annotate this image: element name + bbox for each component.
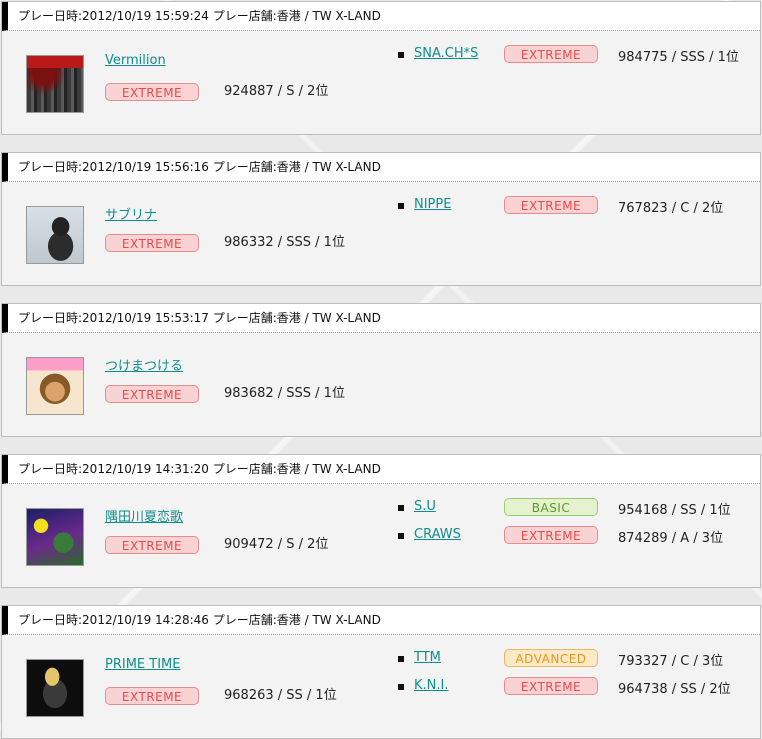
difficulty-badge: EXTREME [105,687,199,705]
rival-name-link[interactable]: SNA.CH*S [414,46,478,61]
rival-name-link[interactable]: CRAWS [414,527,461,542]
play-record: プレー日時:2012/10/19 15:53:17 プレー店舗:香港 / TW … [1,303,761,437]
rival-score: 964738 / SS / 2位 [618,682,731,697]
play-datetime-label: プレー日時: [18,160,83,174]
rival-difficulty-badge: EXTREME [504,677,598,695]
play-record: プレー日時:2012/10/19 14:28:46 プレー店舗:香港 / TW … [1,605,761,739]
bullet-icon [398,203,404,209]
record-header: プレー日時:2012/10/19 15:53:17 プレー店舗:香港 / TW … [2,304,760,333]
difficulty-badge: EXTREME [105,83,199,101]
tsukematsukeru-jacket-icon [26,357,84,415]
rival-score: 767823 / C / 2位 [618,201,724,216]
record-header: プレー日時:2012/10/19 15:59:24 プレー店舗:香港 / TW … [2,2,760,31]
rival-name-link[interactable]: NIPPE [414,197,451,212]
rival-name-link[interactable]: K.N.I. [414,678,448,693]
score-rank: 986332 / SSS / 1位 [224,235,345,250]
rival-row: TTM ADVANCED 793327 / C / 3位 [398,649,758,669]
store-label: プレー店舗: [212,613,277,627]
rival-row: S.U BASIC 954168 / SS / 1位 [398,498,758,518]
rival-difficulty-badge: EXTREME [504,196,598,214]
store-label: プレー店舗: [212,9,277,23]
play-datetime: 2012/10/19 14:31:20 [82,462,209,476]
bullet-icon [398,533,404,539]
store-name: 香港 / TW X-LAND [276,613,381,627]
rival-row: K.N.I. EXTREME 964738 / SS / 2位 [398,677,758,697]
play-record: プレー日時:2012/10/19 14:31:20 プレー店舗:香港 / TW … [1,454,761,588]
store-label: プレー店舗: [212,160,277,174]
record-header: プレー日時:2012/10/19 14:28:46 プレー店舗:香港 / TW … [2,606,760,635]
rival-difficulty-badge: EXTREME [504,45,598,63]
song-title-link[interactable]: つけまつける [105,355,183,374]
store-name: 香港 / TW X-LAND [276,462,381,476]
play-datetime: 2012/10/19 14:28:46 [82,613,209,627]
store-name: 香港 / TW X-LAND [276,160,381,174]
rival-score: 874289 / A / 3位 [618,531,724,546]
score-rank: 924887 / S / 2位 [224,84,329,99]
vermilion-jacket-icon [26,55,84,113]
song-title-link[interactable]: PRIME TIME [105,657,180,672]
rival-difficulty-badge: ADVANCED [504,649,598,667]
bullet-icon [398,505,404,511]
bullet-icon [398,684,404,690]
rival-row: NIPPE EXTREME 767823 / C / 2位 [398,196,758,216]
store-label: プレー店舗: [212,462,277,476]
play-datetime: 2012/10/19 15:53:17 [82,311,209,325]
play-datetime-label: プレー日時: [18,613,83,627]
play-datetime: 2012/10/19 15:59:24 [82,9,209,23]
store-label: プレー店舗: [212,311,277,325]
song-title-link[interactable]: Vermilion [105,53,166,68]
record-header: プレー日時:2012/10/19 15:56:16 プレー店舗:香港 / TW … [2,153,760,182]
bullet-icon [398,656,404,662]
difficulty-badge: EXTREME [105,234,199,252]
song-title-link[interactable]: 隅田川夏恋歌 [105,506,183,525]
difficulty-badge: EXTREME [105,536,199,554]
rival-name-link[interactable]: S.U [414,499,436,514]
difficulty-badge: EXTREME [105,385,199,403]
prime-time-jacket-icon [26,659,84,717]
play-datetime: 2012/10/19 15:56:16 [82,160,209,174]
rival-row: CRAWS EXTREME 874289 / A / 3位 [398,526,758,546]
play-datetime-label: プレー日時: [18,9,83,23]
rival-difficulty-badge: EXTREME [504,526,598,544]
score-rank: 983682 / SSS / 1位 [224,386,345,401]
rival-score: 793327 / C / 3位 [618,654,724,669]
play-datetime-label: プレー日時: [18,311,83,325]
store-name: 香港 / TW X-LAND [276,311,381,325]
rival-row: SNA.CH*S EXTREME 984775 / SSS / 1位 [398,45,758,65]
play-record: プレー日時:2012/10/19 15:56:16 プレー店舗:香港 / TW … [1,152,761,286]
rival-name-link[interactable]: TTM [414,650,441,665]
bullet-icon [398,52,404,58]
rival-score: 984775 / SSS / 1位 [618,50,739,65]
play-datetime-label: プレー日時: [18,462,83,476]
score-rank: 968263 / SS / 1位 [224,688,337,703]
play-record: プレー日時:2012/10/19 15:59:24 プレー店舗:香港 / TW … [1,1,761,135]
sumidagawa-jacket-icon [26,508,84,566]
record-header: プレー日時:2012/10/19 14:31:20 プレー店舗:香港 / TW … [2,455,760,484]
store-name: 香港 / TW X-LAND [276,9,381,23]
score-rank: 909472 / S / 2位 [224,537,329,552]
rival-score: 954168 / SS / 1位 [618,503,731,518]
song-title-link[interactable]: サブリナ [105,204,157,223]
sabrina-jacket-icon [26,206,84,264]
rival-difficulty-badge: BASIC [504,498,598,516]
